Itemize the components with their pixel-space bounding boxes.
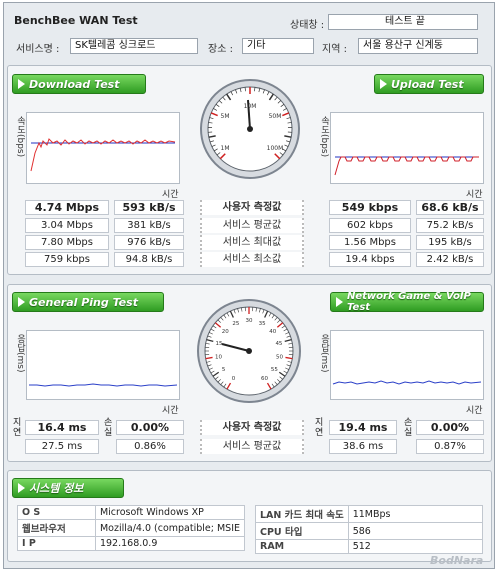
voip-latency-value: 38.6 ms	[329, 439, 397, 454]
network-game-voip-test-button[interactable]: Network Game & VoIP Test	[330, 291, 484, 313]
arrow-right-icon	[18, 483, 25, 493]
download-bytes-value: 976 kB/s	[114, 235, 184, 250]
download-bps-value: 759 kbps	[25, 252, 109, 267]
ping-latency-label: 지연	[13, 418, 22, 438]
system-row-cpu: CPU 타입 586	[255, 522, 484, 540]
system-row-ip: I P 192.168.0.9	[17, 536, 246, 551]
upload-bytes-value: 75.2 kB/s	[416, 218, 484, 233]
gauge-label-50m: 50M	[269, 113, 282, 120]
ping-row-label: 서비스 평균값	[200, 439, 304, 454]
ping-gauge-label: 30	[246, 318, 253, 324]
upload-bytes-value: 2.42 kB/s	[416, 252, 484, 267]
download-bytes-value: 593 kB/s	[114, 200, 184, 215]
voip-loss-label: 손실	[404, 418, 413, 438]
speed-row-label: 서비스 최대값	[200, 235, 304, 250]
download-bps-value: 7.80 Mbps	[25, 235, 109, 250]
ping-gauge-label: 45	[275, 341, 282, 347]
app-title: BenchBee WAN Test	[14, 14, 138, 27]
general-ping-test-button[interactable]: General Ping Test	[12, 292, 164, 312]
upload-test-button[interactable]: Upload Test	[374, 74, 484, 94]
system-row-browser: 웹브라우저 Mozilla/4.0 (compatible; MSIE	[17, 519, 246, 537]
ping-gauge-label: 25	[232, 321, 239, 327]
status-label: 상태창 :	[290, 20, 325, 31]
gauge-label-5m: 5M	[221, 113, 230, 120]
ping-gauge: 0 5 10 15 20 25 30 35 40 45 50 55 60	[196, 298, 302, 404]
upload-bytes-value: 68.6 kB/s	[416, 200, 484, 215]
download-test-button[interactable]: Download Test	[12, 74, 146, 94]
ping-gauge-label: 10	[215, 354, 222, 360]
ping-gauge-label: 55	[271, 367, 278, 373]
download-bps-value: 3.04 Mbps	[25, 218, 109, 233]
ping-xlabel: 시간	[162, 406, 179, 416]
arrow-right-icon	[336, 297, 343, 307]
arrow-right-icon	[18, 297, 25, 307]
download-bytes-value: 94.8 kB/s	[114, 252, 184, 267]
voip-series-line	[332, 380, 482, 385]
speed-row-label: 사용자 측정값	[200, 200, 304, 215]
ping-loss-value: 0.86%	[116, 439, 184, 454]
ping-gauge-label: 0	[232, 376, 236, 382]
download-xlabel: 시간	[162, 190, 179, 200]
download-chart	[26, 112, 180, 184]
system-info-right-table: LAN 카드 최대 속도 11MBps CPU 타입 586 RAM 512	[255, 505, 484, 554]
upload-xlabel: 시간	[466, 190, 483, 200]
upload-bps-value: 602 kbps	[329, 218, 411, 233]
system-row-os: O S Microsoft Windows XP	[17, 505, 246, 520]
gauge-label-1m: 1M	[221, 145, 230, 152]
voip-latency-label: 지연	[315, 418, 324, 438]
place-label: 장소 :	[208, 44, 233, 55]
status-field: 테스트 끝	[328, 14, 478, 30]
gauge-label-10m: 10M	[244, 103, 257, 110]
ping-latency-value: 27.5 ms	[25, 439, 99, 454]
upload-bytes-value: 195 kB/s	[416, 235, 484, 250]
upload-bps-value: 549 kbps	[329, 200, 411, 215]
ping-loss-label: 손실	[104, 418, 113, 438]
system-info-left-table: O S Microsoft Windows XP 웹브라우저 Mozilla/4.0…	[17, 505, 246, 551]
ping-latency-value: 16.4 ms	[25, 420, 99, 435]
region-label: 지역 :	[322, 44, 347, 55]
voip-xlabel: 시간	[466, 406, 483, 416]
ping-gauge-label: 35	[259, 321, 266, 327]
ping-gauge-label: 60	[261, 376, 268, 382]
arrow-right-icon	[18, 79, 25, 89]
ping-gauge-label: 5	[222, 367, 226, 373]
voip-loss-value: 0.00%	[416, 420, 484, 435]
ping-gauge-label: 40	[269, 329, 276, 335]
download-series-line	[30, 138, 176, 172]
system-row-ram: RAM 512	[255, 539, 484, 554]
upload-series-line	[334, 156, 479, 176]
region-field[interactable]: 서울 용산구 신계동	[358, 38, 478, 54]
download-bytes-value: 381 kB/s	[114, 218, 184, 233]
voip-latency-value: 19.4 ms	[329, 420, 397, 435]
ping-series-line	[29, 383, 178, 387]
speed-gauge: 10M 5M 50M 1M 100M	[199, 78, 301, 180]
system-info-button[interactable]: 시스템 정보	[12, 478, 124, 498]
ping-gauge-label: 15	[216, 341, 223, 347]
ping-row-label: 사용자 측정값	[200, 420, 304, 435]
speed-row-label: 서비스 평균값	[200, 218, 304, 233]
arrow-right-icon	[380, 79, 387, 89]
speed-row-label: 서비스 최소값	[200, 252, 304, 267]
bodnara-watermark: BodNara	[430, 554, 484, 567]
upload-bps-value: 1.56 Mbps	[329, 235, 411, 250]
voip-chart	[330, 330, 484, 400]
service-label: 서비스명 :	[16, 44, 60, 55]
download-bps-value: 4.74 Mbps	[25, 200, 109, 215]
upload-bps-value: 19.4 kbps	[329, 252, 411, 267]
gauge-label-100m: 100M	[267, 145, 284, 152]
ping-loss-value: 0.00%	[116, 420, 184, 435]
system-row-lan: LAN 카드 최대 속도 11MBps	[255, 505, 484, 523]
place-field[interactable]: 기타	[242, 38, 314, 54]
ping-gauge-label: 50	[276, 354, 283, 360]
upload-chart	[330, 112, 484, 184]
service-field[interactable]: SK텔레콤 싱크로드	[70, 38, 198, 54]
voip-loss-value: 0.87%	[416, 439, 484, 454]
ping-gauge-label: 20	[222, 329, 229, 335]
ping-chart	[26, 330, 180, 400]
